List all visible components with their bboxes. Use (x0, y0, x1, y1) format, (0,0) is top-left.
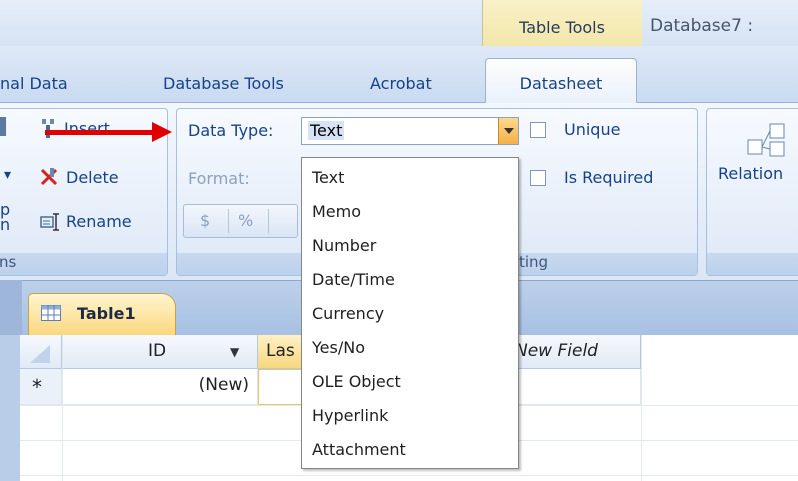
grid-line (20, 475, 798, 476)
fields-group-footer: ns (0, 253, 167, 275)
tab-datasheet[interactable]: Datasheet (485, 58, 637, 104)
grid-line (641, 335, 642, 481)
data-type-option[interactable]: Hyperlink (312, 406, 388, 425)
document-tab-table1[interactable]: Table1 (28, 293, 176, 335)
data-type-option[interactable]: Attachment (312, 440, 406, 459)
partial-dropdown-arrow: ▾ (4, 167, 12, 183)
data-type-option[interactable]: Date/Time (312, 270, 395, 289)
nav-pane-edge[interactable] (0, 280, 22, 335)
tab-external-data[interactable]: nal Data (0, 74, 68, 93)
relationships-label: Relation (718, 164, 784, 183)
relationships-group-footer (707, 253, 798, 275)
delete-column-icon (40, 168, 60, 188)
delete-column-button[interactable]: Delete (40, 166, 160, 192)
insert-column-icon (40, 119, 58, 139)
cell-new-field-new[interactable] (519, 369, 641, 405)
rename-column-icon (40, 213, 62, 231)
document-tab-label: Table1 (77, 304, 136, 323)
is-required-checkbox[interactable] (530, 170, 546, 186)
cell-id-new-value: (New) (198, 375, 249, 395)
table-icon (41, 305, 61, 321)
rename-column-button[interactable]: Rename (40, 210, 165, 236)
data-type-value: Text (308, 121, 345, 140)
unique-label: Unique (564, 120, 621, 139)
data-type-combobox[interactable]: Text (301, 117, 519, 145)
tab-acrobat[interactable]: Acrobat (370, 74, 432, 93)
annotation-arrow-shaft (45, 130, 155, 135)
data-type-option[interactable]: Text (312, 168, 344, 187)
column-header-id[interactable]: ID ▼ (62, 335, 258, 369)
rename-label: Rename (66, 212, 132, 231)
relationships-icon (746, 122, 796, 158)
data-type-dropdown-list: Text Memo Number Date/Time Currency Yes/… (301, 157, 519, 469)
unique-checkbox[interactable] (530, 122, 546, 138)
partial-button-edge: ▌ (0, 117, 13, 136)
new-record-marker: * (32, 375, 42, 399)
percent-format-button[interactable]: % (238, 211, 253, 230)
column-header-lastname[interactable]: Las (258, 335, 302, 369)
format-divider-2 (268, 209, 269, 233)
nav-pane-collapsed[interactable] (0, 335, 20, 481)
column-header-id-label: ID (148, 341, 167, 361)
chevron-down-icon[interactable] (498, 118, 518, 144)
select-all-corner[interactable] (20, 335, 62, 369)
is-required-label: Is Required (564, 168, 654, 187)
number-format-buttons: $ % (183, 204, 298, 238)
grid-line (62, 335, 63, 481)
column-header-lastname-label: Las (266, 341, 295, 361)
column-header-new-field-label: New Field (515, 341, 598, 361)
row-selector-new[interactable]: * (20, 369, 62, 405)
insert-label: Insert (64, 119, 110, 138)
column-header-new-field[interactable]: New Field (515, 335, 641, 369)
tab-database-tools[interactable]: Database Tools (163, 74, 284, 93)
cell-lastname-new[interactable] (258, 369, 302, 405)
relationships-button[interactable]: Relation (718, 120, 796, 200)
currency-format-button[interactable]: $ (200, 211, 210, 230)
format-divider (228, 209, 229, 233)
delete-label: Delete (66, 168, 119, 187)
table-tools-label: Table Tools (519, 18, 605, 37)
format-label: Format: (188, 169, 250, 188)
data-type-label: Data Type: (188, 121, 274, 140)
data-type-option[interactable]: Yes/No (312, 338, 365, 357)
data-type-option[interactable]: Memo (312, 202, 361, 221)
annotation-arrow-head (152, 122, 172, 142)
data-type-option[interactable]: Number (312, 236, 376, 255)
data-type-option[interactable]: Currency (312, 304, 384, 323)
partial-label-bottom: n (0, 215, 11, 234)
cell-id-new[interactable]: (New) (62, 369, 258, 405)
chevron-down-icon[interactable]: ▼ (230, 345, 239, 359)
window-title: Database7 : (650, 16, 754, 36)
data-type-option[interactable]: OLE Object (312, 372, 401, 391)
